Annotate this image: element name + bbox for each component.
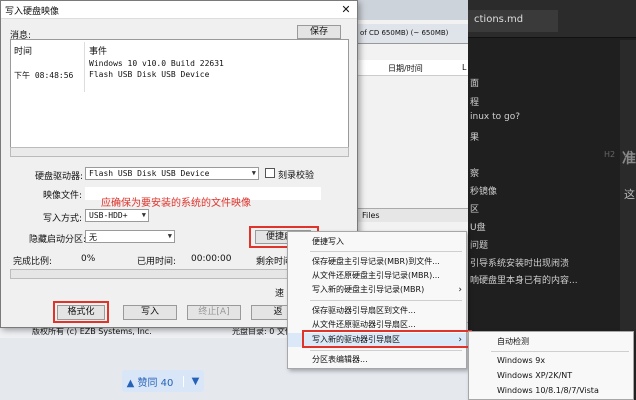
outline-item[interactable]: 区 [470,202,479,215]
submenu-arrow-icon: › [458,285,462,295]
submenu-item-win9x[interactable]: Windows 9x [469,354,633,368]
hidden-partition-value: 无 [89,233,97,242]
outline-item[interactable]: 程 [470,95,479,108]
chevron-down-icon: ▼ [251,169,256,177]
menu-separator [310,300,462,301]
outline-item[interactable]: U盘 [470,220,486,233]
outline-item[interactable]: 面 [470,76,479,89]
dialog-titlebar: 写入硬盘映像 ✕ [1,1,357,19]
submenu-item-win10[interactable]: Windows 10/8.1/8/7/Vista [469,384,633,398]
menu-item-save-boot-sector[interactable]: 保存驱动器引导扇区到文件... [288,304,466,318]
chevron-down-icon: ▼ [167,232,172,240]
log-scrollbar[interactable] [10,147,349,157]
chevron-down-icon: ▼ [141,211,146,219]
submenu-item-auto-detect[interactable]: 自动检测 [469,335,633,349]
outline-item[interactable]: 察 [470,166,479,179]
drive-select[interactable]: Flash USB Disk USB Device ▼ [85,167,259,180]
outline-item[interactable]: 秒镜像 [470,184,497,197]
elapsed-value: 00:00:00 [191,254,232,264]
upvote-button[interactable]: ▲ 赞同 40 ▼ [122,370,204,392]
menu-item-save-mbr[interactable]: 保存硬盘主引导记录(MBR)到文件... [288,255,466,269]
menu-item-restore-mbr[interactable]: 从文件还原硬盘主引导记录(MBR)... [288,269,466,283]
submenu-item-winxp[interactable]: Windows XP/2K/NT [469,369,633,383]
menu-item-label: 写入新的硬盘主引导记录(MBR) [312,285,425,294]
downvote-icon[interactable]: ▼ [182,375,199,387]
menu-item-partition-editor[interactable]: 分区表编辑器... [288,353,466,367]
dialog-title: 写入硬盘映像 [5,7,60,17]
column-date[interactable]: 日期/时间 [388,63,423,74]
hidden-partition-select[interactable]: 无 ▼ [85,230,175,243]
boot-sector-submenu: 自动检测 Windows 9x Windows XP/2K/NT Windows… [468,331,634,400]
save-log-button[interactable]: 保存 [297,25,341,39]
verify-checkbox[interactable] [265,168,275,178]
upvote-label: ▲ 赞同 40 [126,377,174,389]
image-file-label: 映像文件: [43,191,83,201]
log-header-time[interactable]: 时间 [14,44,32,57]
verify-label: 刻录校验 [278,171,315,181]
message-log[interactable]: 时间 事件 Windows 10 v10.0 Build 22631 下午 08… [10,39,349,157]
elapsed-label: 已用时间: [137,257,177,267]
write-mode-label: 写入方式: [43,214,83,224]
write-boot-sector-highlight [302,330,472,348]
xpress-boot-menu: 便捷写入 保存硬盘主引导记录(MBR)到文件... 从文件还原硬盘主引导记录(M… [287,231,467,369]
format-highlight [53,301,109,323]
log-header-event[interactable]: 事件 [89,44,107,57]
write-button[interactable]: 写入 [123,305,177,320]
outline-item[interactable]: 果 [470,130,479,143]
log-event: Windows 10 v10.0 Build 22631 [89,59,224,68]
menu-separator [310,251,462,252]
done-label: 完成比例: [13,257,53,267]
drive-label: 硬盘驱动器: [35,172,84,182]
column-l[interactable]: L [462,63,466,72]
drive-value: Flash USB Disk USB Device [89,169,210,178]
files-label: Files [362,211,380,220]
menu-separator [310,350,462,351]
heading-fragment: 准 [622,151,636,167]
outline-item[interactable]: 问题 [470,238,488,251]
file-list-header: 日期/时间 L [356,60,468,76]
write-mode-select[interactable]: USB-HDD+ ▼ [85,209,149,222]
image-file-annotation: 应确保为要安装的系统的文件映像 [101,198,251,209]
editor-tab[interactable]: ctions.md [468,10,558,32]
write-mode-value: USB-HDD+ [89,211,128,220]
h2-marker: H2 [604,150,616,159]
speed-label: 速 [275,289,285,299]
menu-item-xpress-write[interactable]: 便捷写入 [288,235,466,249]
disk-capacity-bar: of CD 650MB) (~ 650MB) [356,24,468,44]
log-column-divider [84,42,85,92]
done-value: 0% [81,254,96,264]
files-panel-header: Files [356,208,468,222]
log-event: Flash USB Disk USB Device [89,70,210,79]
outline-item[interactable]: 响硬盘里本身已有的内容... [470,273,578,286]
menu-item-write-mbr[interactable]: 写入新的硬盘主引导记录(MBR) › [288,283,466,297]
close-icon[interactable]: ✕ [337,3,355,17]
log-time: 下午 08:48:56 [14,71,74,80]
outline-item[interactable]: inux to go? [470,112,520,122]
outline-item[interactable]: 引导系统安装时出现闹溃 [470,256,569,269]
side-fragment: 这 [624,188,635,201]
menu-separator [491,351,629,352]
hidden-partition-label: 隐藏启动分区: [29,235,87,245]
abort-button[interactable]: 终止[A] [187,305,241,320]
